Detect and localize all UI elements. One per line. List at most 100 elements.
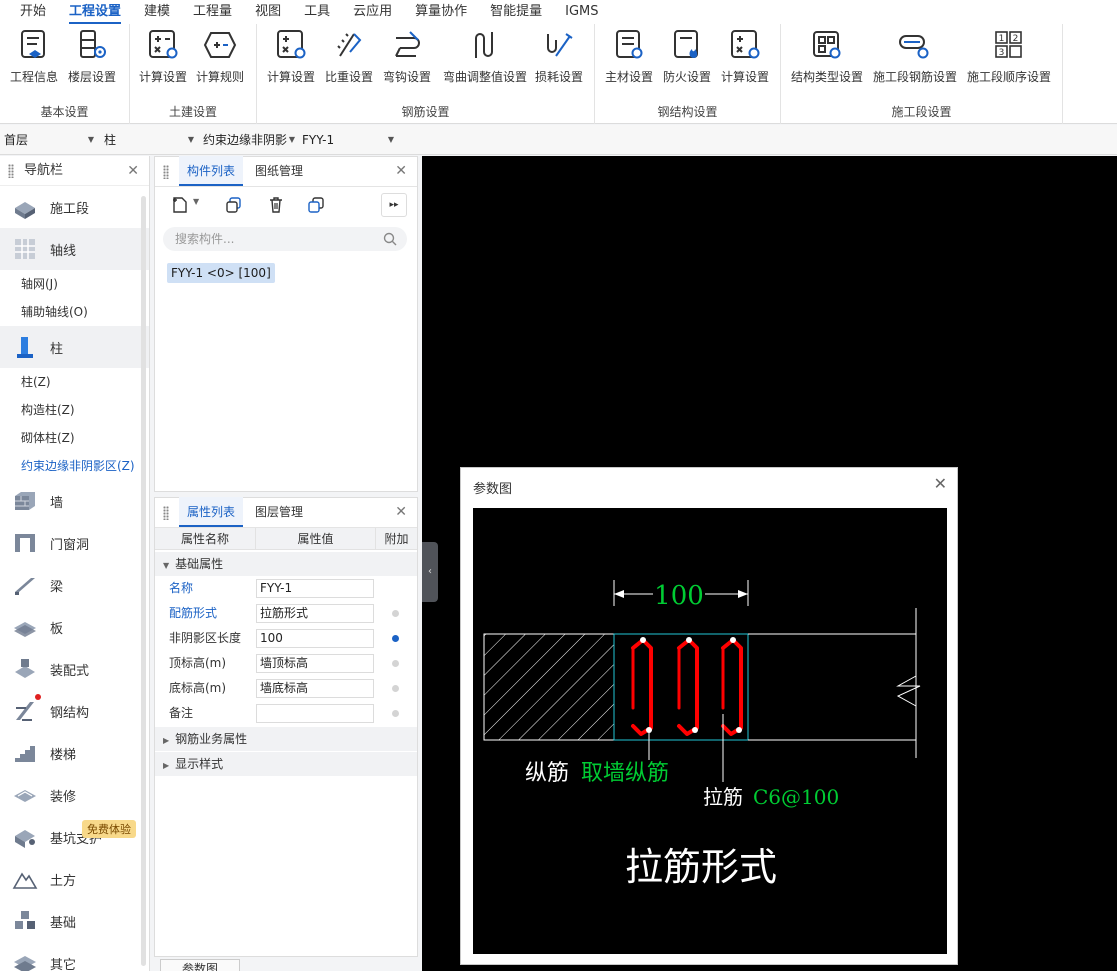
component-search-input[interactable]: 搜索构件... bbox=[163, 227, 407, 251]
property-value-field[interactable] bbox=[256, 704, 374, 723]
density-settings-button[interactable]: 比重设置 bbox=[317, 28, 381, 88]
navigation-panel: 导航栏 ✕ 施工段 轴线 轴网(J) 辅助轴线(O) 柱柱(Z) 构造柱(Z) 砌体柱(Z)… bbox=[0, 156, 150, 971]
close-icon[interactable]: ✕ bbox=[127, 156, 139, 186]
segment-rebar-button[interactable]: 施工段钢筋设置 bbox=[871, 28, 959, 88]
nav-category-0[interactable]: 施工段 bbox=[0, 186, 149, 228]
drag-handle-icon[interactable] bbox=[163, 506, 169, 520]
tab-component-list[interactable]: 构件列表 bbox=[179, 156, 244, 186]
menu-item-6[interactable]: 云应用 bbox=[353, 0, 392, 24]
nav-list: 施工段 轴线 轴网(J) 辅助轴线(O) 柱柱(Z) 构造柱(Z) 砌体柱(Z) 约束边缘非阴… bbox=[0, 186, 149, 971]
nav-subitem-2[interactable]: 轴网(J) bbox=[0, 270, 149, 298]
steel-calc-settings-button[interactable]: 计算设置 bbox=[713, 28, 777, 88]
nav-category-19[interactable]: 基础 bbox=[0, 900, 149, 942]
rebar-calc-settings-button[interactable]: 计算设置 bbox=[259, 28, 323, 88]
nav-subitem-8[interactable]: 约束边缘非阴影区(Z) bbox=[0, 452, 149, 480]
hook-settings-button[interactable]: 弯钩设置 bbox=[375, 28, 439, 88]
extra-checkbox[interactable] bbox=[392, 710, 399, 717]
nav-category-18[interactable]: 土方 bbox=[0, 858, 149, 900]
subtype-select[interactable]: 约束边缘非阴影 ▼ bbox=[201, 129, 297, 151]
param-diagram-button[interactable]: 参数图 bbox=[160, 959, 240, 971]
close-icon[interactable]: ✕ bbox=[395, 504, 407, 520]
property-table-header: 属性名称 属性值 附加 bbox=[155, 528, 417, 550]
menu-item-1[interactable]: 工程设置 bbox=[69, 0, 122, 24]
extra-checkbox[interactable] bbox=[392, 685, 399, 692]
nav-subitem-7[interactable]: 砌体柱(Z) bbox=[0, 424, 149, 452]
section-rebar-properties[interactable]: ▶ 钢筋业务属性 bbox=[155, 727, 417, 751]
property-value-field[interactable]: 拉筋形式 bbox=[256, 604, 374, 623]
tab-layer-management[interactable]: 图层管理 bbox=[247, 497, 311, 527]
nav-subitem-3[interactable]: 辅助轴线(O) bbox=[0, 298, 149, 326]
calc-rules-button[interactable]: 计算规则 bbox=[188, 28, 252, 88]
nav-category-14[interactable]: 钢结构 bbox=[0, 690, 149, 732]
tab-property-list[interactable]: 属性列表 bbox=[179, 497, 244, 527]
drag-handle-icon[interactable] bbox=[163, 165, 169, 179]
bend-adjust-label: 弯曲调整值设置 bbox=[443, 70, 528, 84]
structure-type-button[interactable]: 结构类型设置 bbox=[789, 28, 865, 88]
copy-icon bbox=[226, 197, 241, 213]
nav-scrollbar[interactable] bbox=[141, 196, 146, 966]
nav-subitem-6[interactable]: 构造柱(Z) bbox=[0, 396, 149, 424]
component-list-item[interactable]: FYY-1 <0> [100] bbox=[167, 263, 275, 283]
extra-checkbox[interactable] bbox=[392, 635, 399, 642]
nav-category-13[interactable]: 装配式 bbox=[0, 648, 149, 690]
nav-category-15[interactable]: 楼梯 bbox=[0, 732, 149, 774]
section-basic-properties[interactable]: ▼ 基础属性 bbox=[155, 552, 417, 576]
nav-category-20[interactable]: 其它 bbox=[0, 942, 149, 971]
property-value-field[interactable]: FYY-1 bbox=[256, 579, 374, 598]
tab-drawing-management[interactable]: 图纸管理 bbox=[247, 156, 311, 186]
component-panel: 构件列表 图纸管理 ✕ ▼ ▸▸ 搜索构件... FYY-1 <0> [100] bbox=[154, 156, 418, 492]
nav-category-11[interactable]: 梁 bbox=[0, 564, 149, 606]
nav-category-4[interactable]: 柱 bbox=[0, 326, 149, 368]
menu-item-8[interactable]: 智能提量 bbox=[490, 0, 542, 24]
copy-component-button[interactable] bbox=[221, 193, 247, 217]
more-tools-button[interactable]: ▸▸ bbox=[381, 193, 407, 217]
chevron-right-icon: ▶ bbox=[163, 736, 170, 745]
collapse-panel-handle[interactable]: ‹ bbox=[422, 542, 438, 602]
project-info-button[interactable]: 工程信息 bbox=[2, 28, 66, 88]
nav-category-16[interactable]: 装修 bbox=[0, 774, 149, 816]
civil-calc-settings-button[interactable]: 计算设置 bbox=[131, 28, 195, 88]
project-info-icon bbox=[21, 30, 45, 58]
menu-item-4[interactable]: 视图 bbox=[255, 0, 281, 24]
main-material-button[interactable]: 主材设置 bbox=[597, 28, 661, 88]
foundation-icon bbox=[15, 911, 35, 929]
property-value-field[interactable]: 墙底标高 bbox=[256, 679, 374, 698]
component-select[interactable]: FYY-1 ▼ bbox=[300, 129, 398, 151]
property-panel: 属性列表 图层管理 ✕ 属性名称 属性值 附加 ▼ 基础属性 名称 FYY-1 配筋形… bbox=[154, 497, 418, 957]
drag-handle-icon[interactable] bbox=[8, 164, 14, 178]
extra-checkbox[interactable] bbox=[392, 660, 399, 667]
floor-settings-button[interactable]: 楼层设置 bbox=[60, 28, 124, 88]
layer-copy-button[interactable] bbox=[303, 193, 329, 217]
menu-item-7[interactable]: 算量协作 bbox=[415, 0, 467, 24]
menu-item-9[interactable]: IGMS bbox=[565, 0, 598, 24]
loss-settings-button[interactable]: 损耗设置 bbox=[527, 28, 591, 88]
chevron-down-icon: ▼ bbox=[288, 135, 295, 144]
extra-checkbox[interactable] bbox=[392, 610, 399, 617]
loss-settings-label: 损耗设置 bbox=[534, 70, 583, 84]
segment-order-button[interactable]: 123 施工段顺序设置 bbox=[965, 28, 1053, 88]
fireproof-button[interactable]: 防火设置 bbox=[655, 28, 719, 88]
close-icon[interactable]: ✕ bbox=[934, 474, 947, 493]
main-material-icon bbox=[616, 30, 643, 59]
nav-category-10[interactable]: 门窗洞 bbox=[0, 522, 149, 564]
floor-select[interactable]: 首层 ▼ bbox=[2, 129, 98, 151]
property-value-field[interactable]: 100 bbox=[256, 629, 374, 648]
nav-subitem-5[interactable]: 柱(Z) bbox=[0, 368, 149, 396]
new-component-button[interactable]: ▼ bbox=[167, 193, 203, 217]
nav-category-17[interactable]: 基坑支护 免费体验 bbox=[0, 816, 149, 858]
nav-category-9[interactable]: 墙 bbox=[0, 480, 149, 522]
ribbon-group-label: 钢筋设置 bbox=[401, 105, 450, 119]
type-select[interactable]: 柱 ▼ bbox=[102, 129, 198, 151]
menu-item-3[interactable]: 工程量 bbox=[193, 0, 232, 24]
nav-category-1[interactable]: 轴线 bbox=[0, 228, 149, 270]
menu-item-5[interactable]: 工具 bbox=[304, 0, 330, 24]
nav-category-12[interactable]: 板 bbox=[0, 606, 149, 648]
delete-component-button[interactable] bbox=[263, 193, 289, 217]
property-name: 顶标高(m) bbox=[169, 656, 227, 670]
section-display-style[interactable]: ▶ 显示样式 bbox=[155, 752, 417, 776]
menu-item-2[interactable]: 建模 bbox=[144, 0, 170, 24]
property-value-field[interactable]: 墙顶标高 bbox=[256, 654, 374, 673]
bend-adjust-button[interactable]: 弯曲调整值设置 bbox=[443, 28, 528, 88]
menu-item-0[interactable]: 开始 bbox=[20, 0, 46, 24]
close-icon[interactable]: ✕ bbox=[395, 163, 407, 179]
